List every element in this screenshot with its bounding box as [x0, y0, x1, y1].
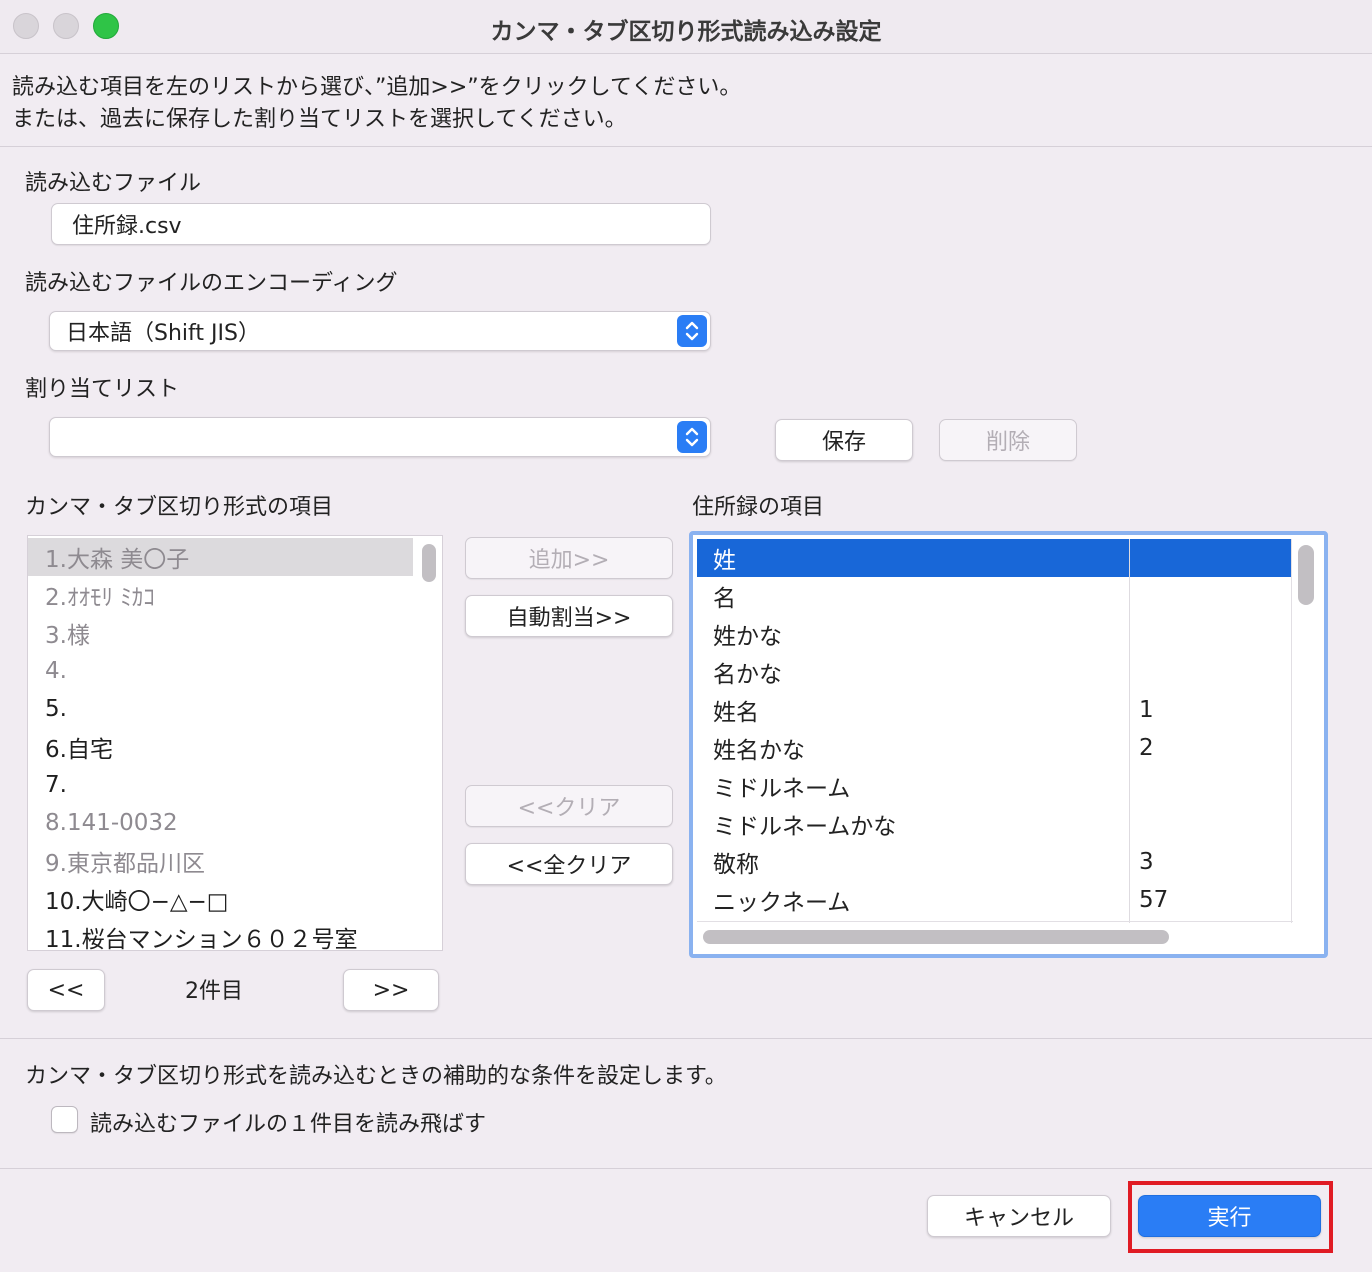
table-row[interactable]: 敬称 3 — [697, 843, 1291, 881]
source-fields-list[interactable]: 11.桜台マンション６０２号室 10.大崎〇−△−□ 9.東京都品川区 8.141-0… — [27, 535, 443, 951]
divider — [0, 1168, 1372, 1169]
list-item[interactable]: 9.東京都品川区 — [28, 842, 413, 880]
table-row[interactable]: 名かな — [697, 653, 1291, 691]
field-name-cell: 姓 — [713, 548, 736, 574]
address-book-fields-table[interactable]: ニックネーム 57 敬称 3 ミドルネームかな ミドルネーム 姓名かな 2 姓名 1 名かな 姓かな 名… — [689, 531, 1328, 958]
table-row[interactable]: 姓 — [697, 539, 1291, 577]
options-description: カンマ・タブ区切り形式を読み込むときの補助的な条件を設定します。 — [25, 1064, 727, 1089]
list-item[interactable]: 8.141-0032 — [28, 804, 413, 842]
table-row[interactable]: ミドルネームかな — [697, 805, 1291, 843]
record-index-label: 2件目 — [185, 979, 243, 1004]
mapping-list-select[interactable] — [49, 417, 711, 457]
table-row[interactable]: 名 — [697, 577, 1291, 615]
delete-mapping-button[interactable]: 削除 — [939, 419, 1077, 461]
list-item[interactable]: 6.自宅 — [28, 728, 413, 766]
next-record-button[interactable]: >> — [343, 969, 439, 1011]
encoding-select[interactable]: 日本語（Shift JIS） — [49, 311, 711, 351]
field-name-cell: ミドルネーム — [713, 776, 851, 802]
field-name-cell: 姓名 — [713, 700, 759, 726]
table-row[interactable]: 姓名かな 2 — [697, 729, 1291, 767]
field-name-cell: 姓かな — [713, 624, 782, 650]
table-edge — [1291, 539, 1292, 923]
field-name-cell: 敬称 — [713, 852, 759, 878]
import-settings-window: カンマ・タブ区切り形式読み込み設定 読み込む項目を左のリストから選び、”追加>>… — [0, 0, 1372, 1272]
instruction-line-1: 読み込む項目を左のリストから選び、”追加>>”をクリックしてください。 — [12, 75, 742, 100]
divider — [0, 146, 1372, 147]
list-item[interactable]: 3.様 — [28, 614, 413, 652]
encoding-label: 読み込むファイルのエンコーディング — [25, 271, 398, 296]
field-name-cell: ニックネーム — [713, 890, 851, 916]
assigned-column-cell: 1 — [1139, 697, 1154, 723]
column-divider — [1129, 539, 1130, 923]
address-book-fields-label: 住所録の項目 — [692, 495, 825, 520]
source-fields-label: カンマ・タブ区切り形式の項目 — [25, 495, 334, 520]
mapping-list-label: 割り当てリスト — [25, 377, 180, 402]
field-name-cell: 姓名かな — [713, 738, 805, 764]
table-vertical-scrollbar[interactable] — [1298, 545, 1314, 605]
skip-first-record-checkbox[interactable] — [51, 1106, 78, 1133]
add-button[interactable]: 追加>> — [465, 537, 673, 579]
cancel-button[interactable]: キャンセル — [927, 1195, 1111, 1237]
table-horizontal-scrollbar[interactable] — [703, 930, 1169, 944]
field-name-cell: 名 — [713, 586, 736, 612]
assigned-column-cell: 57 — [1139, 887, 1169, 913]
title-bar: カンマ・タブ区切り形式読み込み設定 — [0, 0, 1372, 54]
table-row[interactable]: ミドルネーム — [697, 767, 1291, 805]
auto-assign-button[interactable]: 自動割当>> — [465, 595, 673, 637]
file-name-field[interactable]: 住所録.csv — [51, 203, 711, 245]
file-label: 読み込むファイル — [25, 171, 202, 196]
table-row[interactable]: 姓かな — [697, 615, 1291, 653]
clear-all-button[interactable]: <<全クリア — [465, 843, 673, 885]
list-item[interactable]: 1.大森 美〇子 — [28, 538, 413, 576]
list-item[interactable]: 2.ｵｵﾓﾘ ﾐｶｺ — [28, 576, 413, 614]
assigned-column-cell: 3 — [1139, 849, 1154, 875]
chevron-up-down-icon — [677, 315, 707, 347]
instructions: 読み込む項目を左のリストから選び、”追加>>”をクリックしてください。 または、… — [12, 72, 741, 136]
chevron-up-down-icon — [677, 421, 707, 453]
table-edge — [697, 921, 1293, 922]
run-button-highlight — [1128, 1181, 1333, 1253]
assigned-column-cell: 2 — [1139, 735, 1154, 761]
encoding-select-value: 日本語（Shift JIS） — [66, 321, 260, 346]
clear-button[interactable]: <<クリア — [465, 785, 673, 827]
window-title: カンマ・タブ区切り形式読み込み設定 — [490, 19, 882, 45]
list-item[interactable]: 4. — [28, 652, 413, 690]
skip-first-record-label: 読み込むファイルの１件目を読み飛ばす — [90, 1112, 487, 1137]
list-item[interactable]: 11.桜台マンション６０２号室 — [28, 918, 413, 950]
instruction-line-2: または、過去に保存した割り当てリストを選択してください。 — [12, 107, 627, 132]
list-item[interactable]: 7. — [28, 766, 413, 804]
table-row[interactable]: ニックネーム 57 — [697, 881, 1291, 919]
save-mapping-button[interactable]: 保存 — [775, 419, 913, 461]
list-item[interactable]: 10.大崎〇−△−□ — [28, 880, 413, 918]
table-row[interactable]: 姓名 1 — [697, 691, 1291, 729]
source-list-scrollbar[interactable] — [422, 544, 436, 582]
previous-record-button[interactable]: << — [27, 969, 105, 1011]
list-item[interactable]: 5. — [28, 690, 413, 728]
field-name-cell: 名かな — [713, 662, 782, 688]
field-name-cell: ミドルネームかな — [713, 814, 897, 840]
divider — [0, 1038, 1372, 1039]
